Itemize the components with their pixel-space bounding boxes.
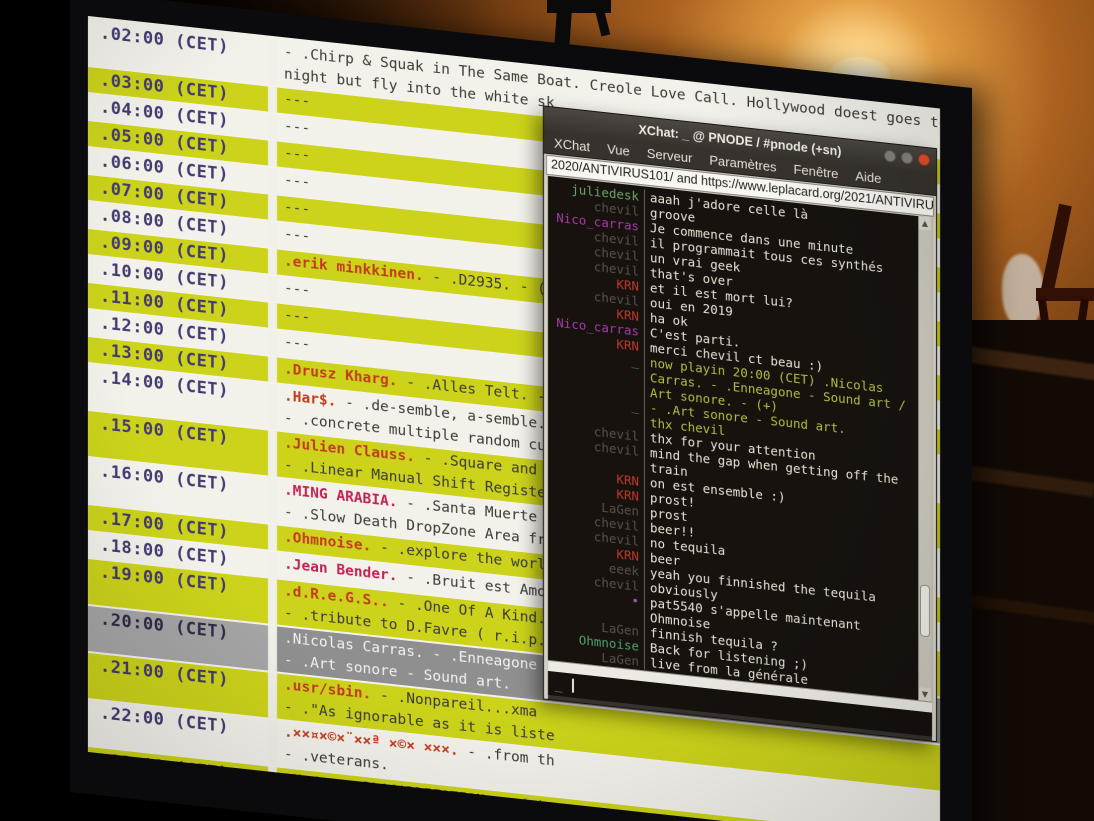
program-text: ---: [284, 145, 310, 164]
column-divider: [268, 330, 277, 356]
column-divider: [268, 431, 277, 477]
scroll-up-icon[interactable]: ▲: [919, 216, 931, 230]
chat-frame: juliedeskaaah j'adore celle làchevilgroo…: [544, 175, 936, 741]
menu-aide[interactable]: Aide: [855, 168, 881, 186]
menu-parametres[interactable]: Paramètres: [709, 152, 776, 174]
photo-of-projected-screen: .02:00 (CET)- .Chirp & Squak in The Same…: [0, 0, 1094, 821]
window-controls: [884, 149, 930, 166]
program-text: ---: [284, 334, 310, 353]
xchat-window: XChat: _ @ PNODE / #pnode (+sn) XChat Vu…: [543, 105, 937, 742]
program-text: ---: [284, 172, 310, 191]
column-divider: [268, 767, 277, 793]
column-divider: [268, 87, 277, 113]
column-divider: [268, 222, 277, 248]
minimize-button[interactable]: [884, 149, 896, 162]
scroll-down-icon[interactable]: ▼: [919, 687, 931, 701]
screen-content: .02:00 (CET)- .Chirp & Squak in The Same…: [88, 16, 940, 821]
column-divider: [268, 626, 277, 672]
column-divider: [268, 276, 277, 302]
column-divider: [268, 168, 277, 194]
program-text: ---: [284, 199, 310, 218]
column-divider: [268, 249, 277, 275]
column-divider: [268, 552, 277, 578]
chat-scrollbar[interactable]: ▲ ▼: [918, 216, 932, 702]
menu-xchat[interactable]: XChat: [554, 136, 590, 155]
scrollbar-thumb[interactable]: [920, 584, 930, 637]
chat-message-list: juliedeskaaah j'adore celle làchevilgroo…: [548, 179, 919, 699]
menu-vue[interactable]: Vue: [607, 141, 630, 158]
artist-name: .Har$.: [284, 388, 336, 410]
program-text: ---: [284, 118, 310, 137]
monitor-bezel: .02:00 (CET)- .Chirp & Squak in The Same…: [70, 0, 972, 821]
artist-name: .K./.: [284, 771, 328, 792]
column-divider: [268, 720, 277, 766]
maximize-button[interactable]: [901, 151, 913, 164]
program-text: ---: [284, 226, 310, 245]
text-cursor: [572, 678, 574, 692]
column-divider: [268, 384, 277, 430]
column-divider: [268, 40, 277, 86]
close-button[interactable]: [918, 153, 930, 166]
menu-serveur[interactable]: Serveur: [647, 146, 693, 166]
chat-area: juliedeskaaah j'adore celle làchevilgroo…: [548, 176, 932, 702]
column-divider: [268, 195, 277, 221]
column-divider: [268, 114, 277, 140]
column-divider: [268, 525, 277, 551]
projector-mount: [547, 0, 611, 13]
column-divider: [268, 141, 277, 167]
program-text: ---: [284, 280, 310, 299]
column-divider: [268, 579, 277, 625]
menu-fenetre[interactable]: Fenêtre: [794, 162, 839, 182]
program-text: ---: [284, 307, 310, 326]
program-text: ---: [284, 91, 310, 110]
column-divider: [268, 478, 277, 524]
column-divider: [268, 673, 277, 719]
input-nick-label: _: [555, 676, 563, 692]
column-divider: [268, 303, 277, 329]
column-divider: [268, 357, 277, 383]
